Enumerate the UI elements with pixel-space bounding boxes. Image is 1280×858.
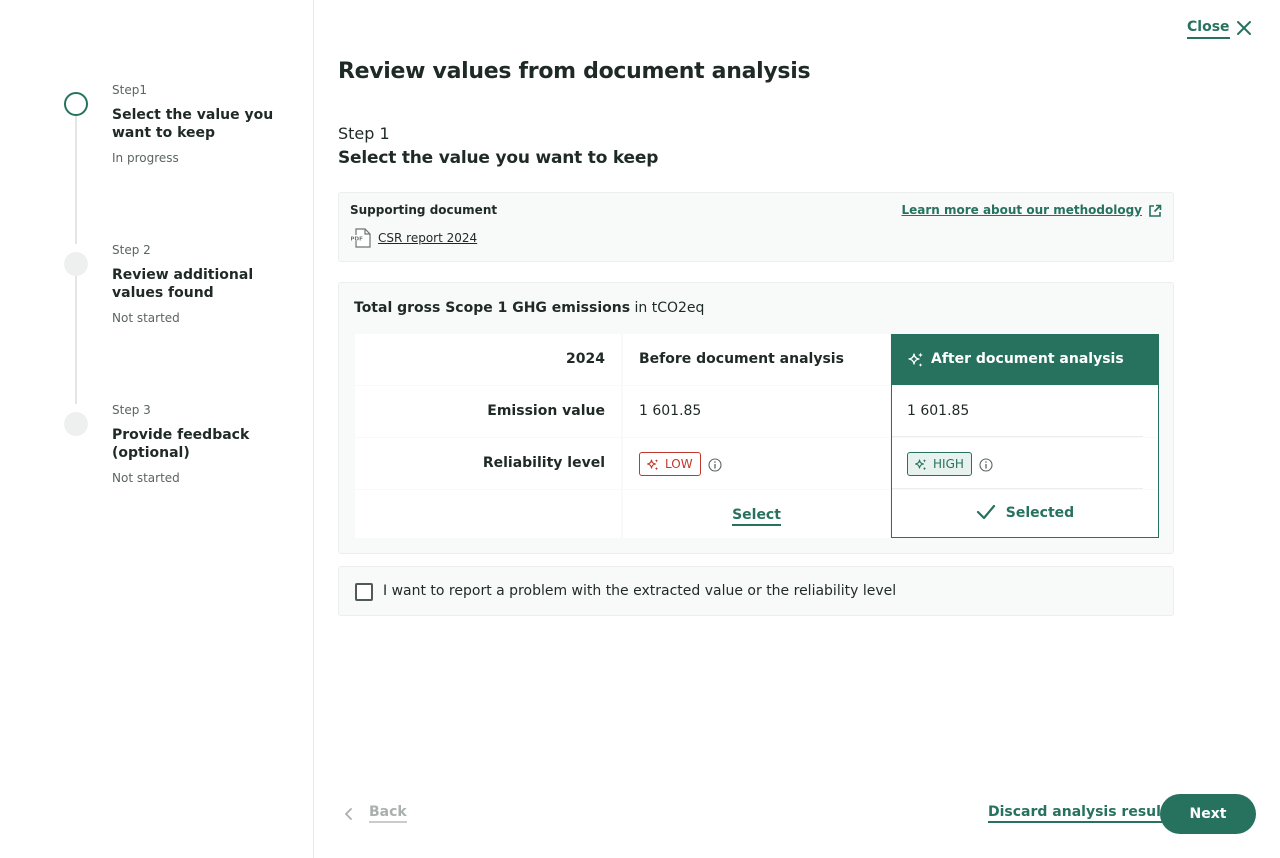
before-reliability-cell: LOW	[623, 438, 890, 489]
row-divider	[891, 488, 1143, 489]
row-divider	[891, 436, 1143, 437]
step-1-status: In progress	[112, 151, 179, 165]
report-problem-checkbox[interactable]	[355, 583, 373, 601]
selected-indicator[interactable]: Selected	[891, 504, 1159, 521]
reliability-label: Reliability level	[482, 455, 605, 471]
reliability-label-cell: Reliability level	[355, 438, 621, 489]
page-title: Review values from document analysis	[338, 59, 811, 84]
step-1-label: Step1	[112, 83, 147, 97]
metric-name: Total gross Scope 1 GHG emissions	[354, 300, 631, 316]
sparkle-icon	[907, 351, 925, 369]
step-3-title: Provide feedback (optional)	[112, 427, 250, 461]
step-2-indicator	[64, 252, 88, 276]
step-connector	[75, 116, 77, 244]
supporting-document-panel: Supporting document PDF CSR report 2024 …	[338, 192, 1174, 262]
year-header: 2024	[566, 351, 605, 367]
section-title: Select the value you want to keep	[338, 148, 659, 168]
emission-label: Emission value	[487, 403, 605, 419]
after-header-cell: After document analysis	[891, 334, 1159, 385]
selected-label: Selected	[1005, 505, 1075, 521]
step-connector	[75, 276, 77, 404]
svg-text:PDF: PDF	[351, 236, 364, 242]
document-link[interactable]: CSR report 2024	[378, 231, 477, 245]
reliability-low-badge: LOW	[639, 452, 701, 476]
step-3-indicator	[64, 412, 88, 436]
before-header: Before document analysis	[639, 351, 844, 367]
stepper-sidebar: Step1 Select the value you want to keep …	[0, 0, 314, 858]
select-before-button[interactable]: Select	[732, 507, 781, 526]
step-3-label: Step 3	[112, 403, 151, 417]
step-3-status: Not started	[112, 471, 180, 485]
after-header: After document analysis	[931, 351, 1124, 367]
after-reliability-cell: HIGH	[891, 438, 1159, 489]
before-emission-cell: 1 601.85	[623, 386, 890, 437]
comparison-panel: Total gross Scope 1 GHG emissions in tCO…	[338, 282, 1174, 554]
methodology-link[interactable]: Learn more about our methodology	[901, 203, 1142, 217]
info-icon[interactable]	[979, 457, 993, 472]
step-2-status: Not started	[112, 311, 180, 325]
emission-label-cell: Emission value	[355, 386, 621, 437]
close-icon[interactable]	[1234, 18, 1254, 38]
after-select-cell[interactable]: Selected	[891, 490, 1159, 538]
next-button[interactable]: Next	[1160, 794, 1256, 834]
step-1-title: Select the value you want to keep	[112, 107, 274, 141]
sparkle-icon	[914, 457, 928, 471]
before-header-cell: Before document analysis	[623, 334, 890, 385]
report-problem-label[interactable]: I want to report a problem with the extr…	[383, 583, 896, 599]
select-before-container: Select	[623, 504, 890, 526]
discard-analysis-button[interactable]: Discard analysis result	[988, 804, 1168, 823]
supporting-document-label: Supporting document	[350, 203, 498, 217]
after-emission-cell: 1 601.85	[891, 386, 1159, 437]
step-2-title: Review additional values found	[112, 267, 254, 301]
pdf-file-icon: PDF	[350, 228, 372, 248]
close-link[interactable]: Close	[1187, 18, 1230, 39]
check-icon	[976, 504, 996, 520]
select-label-cell	[355, 490, 621, 538]
reliability-high-badge: HIGH	[907, 452, 972, 476]
before-emission-value: 1 601.85	[639, 403, 702, 419]
sparkle-icon	[646, 457, 660, 471]
back-label: Back	[369, 804, 407, 823]
chevron-left-icon	[342, 806, 356, 820]
report-problem-panel: I want to report a problem with the extr…	[338, 566, 1174, 616]
step-1-indicator	[64, 92, 88, 116]
year-header-cell: 2024	[355, 334, 621, 385]
external-link-icon[interactable]	[1148, 203, 1162, 217]
step-2-label: Step 2	[112, 243, 151, 257]
reliability-high-text: HIGH	[933, 457, 964, 471]
section-step-label: Step 1	[338, 124, 390, 143]
reliability-low-text: LOW	[665, 457, 693, 471]
metric-caption: Total gross Scope 1 GHG emissions in tCO…	[354, 300, 704, 316]
metric-unit: in tCO2eq	[634, 300, 705, 316]
info-icon[interactable]	[708, 457, 722, 472]
before-select-cell: Select	[623, 490, 890, 538]
after-emission-value: 1 601.85	[907, 403, 970, 419]
